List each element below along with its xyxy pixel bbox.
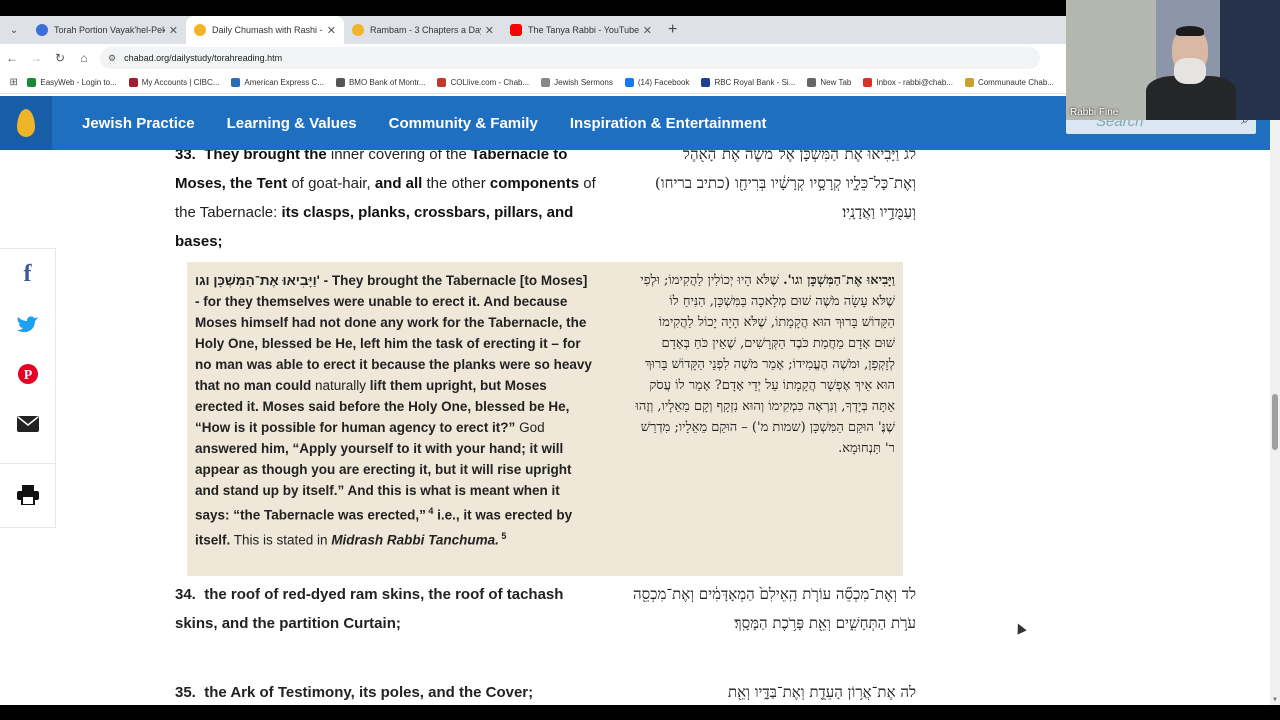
tab-close-icon[interactable]: ✕ xyxy=(485,24,494,37)
screen-bottom-bar xyxy=(0,705,1280,720)
rashi-english: וַיָּבִיאוּ אֶת־הַמִּשְׁכָּן וגו' - They… xyxy=(195,273,592,547)
rashi-commentary: וַיָּבִיאוּ אֶת־הַמִּשְׁכָּן וגו' - They… xyxy=(187,262,903,576)
tab-title: Daily Chumash with Rashi - Chu xyxy=(212,25,323,35)
bookmark-item[interactable]: My Accounts | CIBC... xyxy=(128,78,219,87)
bookmark-icon xyxy=(807,78,817,87)
bookmark-item[interactable]: EasyWeb - Login to... xyxy=(27,78,117,87)
tab-title: Torah Portion Vayak'hel-Pekude xyxy=(54,25,165,35)
bookmark-item[interactable]: Jewish Sermons xyxy=(541,78,613,87)
browser-tab-active[interactable]: Daily Chumash with Rashi - Chu ✕ xyxy=(186,16,344,44)
facebook-share-icon[interactable]: f xyxy=(0,249,55,299)
share-sidebar: f P xyxy=(0,248,56,528)
bookmark-item[interactable]: COLlive.com - Chab... xyxy=(437,78,529,87)
bookmark-item[interactable]: BMO Bank of Montr... xyxy=(335,78,425,87)
verse-35-english: 35. the Ark of Testimony, its poles, and… xyxy=(175,684,534,701)
verse-33-english: 33. They brought the inner covering of t… xyxy=(175,150,596,250)
print-icon[interactable] xyxy=(0,463,56,525)
svg-text:P: P xyxy=(23,368,32,383)
tab-close-icon[interactable]: ✕ xyxy=(169,24,178,37)
bookmarks-bar: ⊞ EasyWeb - Login to... My Accounts | CI… xyxy=(0,72,1066,94)
nav-community-family[interactable]: Community & Family xyxy=(389,115,538,132)
tab-favicon-icon xyxy=(194,24,206,36)
bookmark-icon xyxy=(231,78,241,87)
tab-bar: ⌄ Torah Portion Vayak'hel-Pekude ✕ Daily… xyxy=(0,16,1066,44)
browser-tab[interactable]: The Tanya Rabbi - YouTube ✕ xyxy=(502,16,660,44)
bookmark-item[interactable]: (14) Facebook xyxy=(624,78,689,87)
tab-title: The Tanya Rabbi - YouTube xyxy=(528,25,639,35)
home-icon[interactable]: ⌂ xyxy=(72,51,96,65)
bookmark-icon xyxy=(624,78,634,87)
flame-icon xyxy=(17,109,35,137)
verse-34-english: 34. the roof of red-dyed ram skins, the … xyxy=(175,586,564,632)
bookmark-item[interactable]: Communaute Chab... xyxy=(964,78,1054,87)
scroll-down-icon[interactable]: ▼ xyxy=(1272,697,1278,703)
site-info-icon[interactable]: ⚙ xyxy=(108,53,116,64)
bookmark-icon xyxy=(964,78,974,87)
pinterest-share-icon[interactable]: P xyxy=(0,349,55,399)
reading-content: 33. They brought the inner covering of t… xyxy=(0,150,1270,705)
footnote-5-link[interactable]: 5 xyxy=(499,531,506,541)
reload-icon[interactable]: ↻ xyxy=(48,51,72,65)
verse-35-hebrew: לה אֶת־אֲר֥וֹן הָעֵדֻ֖ת וְאֶת־בַּדָּ֑יו … xyxy=(727,683,916,701)
bookmark-icon xyxy=(335,78,345,87)
tab-title: Rambam - 3 Chapters a Day - D xyxy=(370,25,481,35)
scrollbar-thumb[interactable] xyxy=(1272,394,1278,450)
browser-tab[interactable]: Torah Portion Vayak'hel-Pekude ✕ xyxy=(28,16,186,44)
rashi-hebrew: וַיָּבִיאוּ אֶת־הַמִּשְׁכָּן וגו'. שֶׁלֹ… xyxy=(635,273,895,456)
address-bar[interactable]: ⚙ chabad.org/dailystudy/torahreading.htm xyxy=(100,47,1040,69)
tab-favicon-icon xyxy=(510,24,522,36)
verse-33-hebrew: לג וַיָּבִיאוּ אֶת־הַמִּשְׁכָּן֙ אֶל־מֹש… xyxy=(654,150,916,221)
twitter-share-icon[interactable] xyxy=(0,299,55,349)
bookmark-item[interactable]: New Tab xyxy=(807,78,851,87)
back-icon[interactable]: ← xyxy=(0,51,24,65)
tab-close-icon[interactable]: ✕ xyxy=(327,24,336,37)
bookmark-item[interactable]: Inbox - rabbi@chab... xyxy=(863,78,953,87)
email-share-icon[interactable] xyxy=(0,399,55,449)
bookmark-icon xyxy=(541,78,551,87)
new-tab-icon[interactable]: + xyxy=(668,21,677,39)
webcam-video: Rabbi Fine xyxy=(1066,0,1280,120)
participant-name: Rabbi Fine xyxy=(1070,107,1119,118)
bookmark-item[interactable]: American Express C... xyxy=(231,78,324,87)
browser-tab[interactable]: Rambam - 3 Chapters a Day - D ✕ xyxy=(344,16,502,44)
bookmark-item[interactable]: RBC Royal Bank - Si... xyxy=(701,78,795,87)
forward-icon[interactable]: → xyxy=(24,51,48,65)
bookmark-icon xyxy=(437,78,447,87)
url-text: chabad.org/dailystudy/torahreading.htm xyxy=(124,53,283,63)
tab-close-icon[interactable]: ✕ xyxy=(643,24,652,37)
nav-jewish-practice[interactable]: Jewish Practice xyxy=(82,115,195,132)
bookmark-icon xyxy=(863,78,873,87)
verse-34-hebrew: לד וְאֶת־מִכְסֵ֞ה עוֹרֹ֤ת הָֽאֵילִם֙ הַמ… xyxy=(632,585,916,632)
page-scrollbar[interactable]: ▲ ▼ xyxy=(1270,96,1280,705)
bookmark-icon xyxy=(27,78,37,87)
chabad-logo[interactable] xyxy=(0,96,52,150)
tab-search-icon[interactable]: ⌄ xyxy=(0,16,28,44)
nav-learning-values[interactable]: Learning & Values xyxy=(227,115,357,132)
browser-toolbar: ← → ↻ ⌂ ⚙ chabad.org/dailystudy/torahrea… xyxy=(0,44,1066,72)
bookmark-icon xyxy=(701,78,711,87)
tab-favicon-icon xyxy=(352,24,364,36)
bookmark-icon xyxy=(128,78,138,87)
tab-favicon-icon xyxy=(36,24,48,36)
apps-grid-icon[interactable]: ⊞ xyxy=(0,77,27,88)
nav-inspiration-entertainment[interactable]: Inspiration & Entertainment xyxy=(570,115,767,132)
